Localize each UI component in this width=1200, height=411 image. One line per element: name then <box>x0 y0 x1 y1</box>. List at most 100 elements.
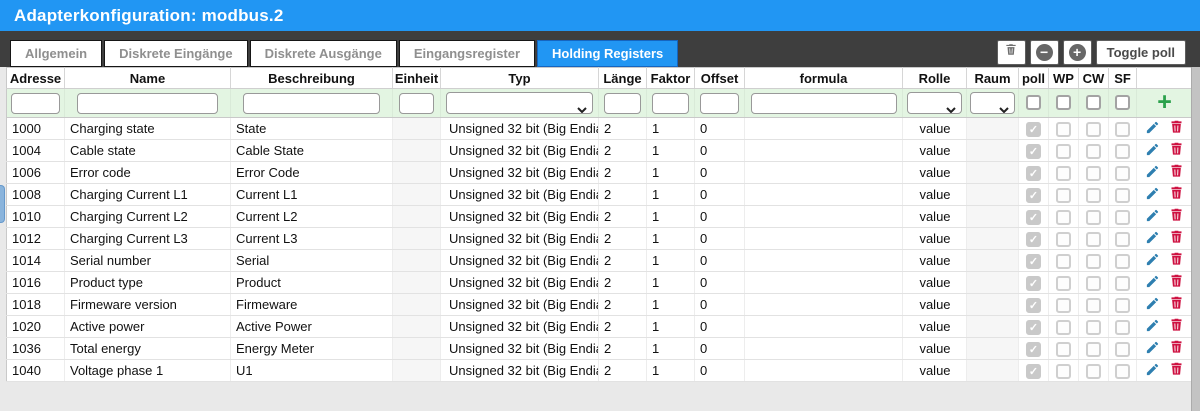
register-row: 1014 Serial number Serial Unsigned 32 bi… <box>6 249 1193 272</box>
cw-checkbox <box>1086 143 1101 159</box>
delete-register-button[interactable] <box>1166 318 1186 336</box>
cell-rolle: value <box>902 183 967 206</box>
cell-adresse: 1040 <box>6 359 65 382</box>
cw-checkbox <box>1086 121 1101 137</box>
delete-register-button[interactable] <box>1166 362 1186 380</box>
filter-wp-checkbox[interactable] <box>1056 95 1071 111</box>
trash-icon <box>1169 163 1184 182</box>
filter-sf-checkbox[interactable] <box>1115 95 1130 111</box>
cw-checkbox <box>1086 341 1101 357</box>
filter-name-input[interactable] <box>77 92 218 114</box>
cw-checkbox <box>1086 165 1101 181</box>
cell-offset: 0 <box>694 315 745 338</box>
wp-checkbox <box>1056 363 1071 379</box>
cell-rolle: value <box>902 161 967 184</box>
filter-adresse-input[interactable] <box>11 92 60 114</box>
page-title: Adapterkonfiguration: modbus.2 <box>14 5 284 25</box>
delete-register-button[interactable] <box>1166 142 1186 160</box>
trash-icon <box>1169 185 1184 204</box>
edit-register-button[interactable] <box>1143 362 1163 380</box>
filter-cw-checkbox[interactable] <box>1086 95 1101 111</box>
delete-register-button[interactable] <box>1166 120 1186 138</box>
cell-typ: Unsigned 32 bit (Big Endian) <box>440 139 599 162</box>
edit-register-button[interactable] <box>1143 230 1163 248</box>
cw-checkbox <box>1086 187 1101 203</box>
collapse-all-button[interactable]: − <box>1029 39 1059 65</box>
filter-faktor-input[interactable] <box>652 92 689 114</box>
sf-checkbox <box>1115 319 1130 335</box>
tab-diskrete-ausgaenge[interactable]: Diskrete Ausgänge <box>249 40 397 67</box>
trash-icon <box>1169 119 1184 138</box>
delete-register-button[interactable] <box>1166 230 1186 248</box>
edit-register-button[interactable] <box>1143 274 1163 292</box>
edit-register-button[interactable] <box>1143 318 1163 336</box>
cell-laenge: 2 <box>598 293 647 316</box>
cell-beschreibung: Error Code <box>230 161 393 184</box>
register-toolbar: − + Toggle poll <box>993 31 1186 67</box>
cell-formula <box>744 315 903 338</box>
edit-register-button[interactable] <box>1143 120 1163 138</box>
delete-register-button[interactable] <box>1166 164 1186 182</box>
cell-formula <box>744 161 903 184</box>
tab-eingangsregister[interactable]: Eingangsregister <box>398 40 536 67</box>
tab-allgemein[interactable]: Allgemein <box>10 40 103 67</box>
edit-register-button[interactable] <box>1143 208 1163 226</box>
filter-beschreibung-input[interactable] <box>243 92 380 114</box>
cell-name: Voltage phase 1 <box>64 359 231 382</box>
cw-checkbox <box>1086 231 1101 247</box>
cell-name: Active power <box>64 315 231 338</box>
delete-register-button[interactable] <box>1166 252 1186 270</box>
filter-poll-checkbox[interactable] <box>1026 95 1041 111</box>
cell-faktor: 1 <box>646 227 695 250</box>
cell-name: Charging Current L2 <box>64 205 231 228</box>
tab-diskrete-eingaenge[interactable]: Diskrete Eingänge <box>104 40 248 67</box>
cell-formula <box>744 139 903 162</box>
cell-name: Charging state <box>64 117 231 140</box>
edit-register-button[interactable] <box>1143 164 1163 182</box>
delete-register-button[interactable] <box>1166 186 1186 204</box>
pencil-icon <box>1145 252 1160 270</box>
cell-faktor: 1 <box>646 359 695 382</box>
minus-circle-icon: − <box>1035 43 1053 61</box>
edit-register-button[interactable] <box>1143 296 1163 314</box>
edit-register-button[interactable] <box>1143 186 1163 204</box>
edit-register-button[interactable] <box>1143 340 1163 358</box>
filter-offset-input[interactable] <box>699 92 740 114</box>
delete-register-button[interactable] <box>1166 208 1186 226</box>
filter-rolle-select[interactable] <box>906 92 963 114</box>
cell-faktor: 1 <box>646 337 695 360</box>
toggle-poll-button[interactable]: Toggle poll <box>1095 39 1186 65</box>
cw-checkbox <box>1086 275 1101 291</box>
delete-selected-button[interactable] <box>996 39 1026 65</box>
filter-laenge-input[interactable] <box>604 92 641 114</box>
filter-raum-select[interactable] <box>970 92 1015 114</box>
cell-raum <box>966 205 1019 228</box>
cell-beschreibung: Current L1 <box>230 183 393 206</box>
tab-holding-registers[interactable]: Holding Registers <box>537 40 679 67</box>
cell-faktor: 1 <box>646 293 695 316</box>
filter-typ-select[interactable] <box>445 92 594 114</box>
expand-all-button[interactable]: + <box>1062 39 1092 65</box>
filter-formula-input[interactable] <box>750 92 897 114</box>
delete-register-button[interactable] <box>1166 340 1186 358</box>
poll-checkbox <box>1026 187 1041 203</box>
cell-laenge: 2 <box>598 337 647 360</box>
cell-typ: Unsigned 32 bit (Big Endian) <box>440 205 599 228</box>
delete-register-button[interactable] <box>1166 274 1186 292</box>
column-header-adresse: Adresse <box>6 67 65 89</box>
cell-einheit <box>392 183 441 206</box>
edit-register-button[interactable] <box>1143 142 1163 160</box>
delete-register-button[interactable] <box>1166 296 1186 314</box>
edit-register-button[interactable] <box>1143 252 1163 270</box>
left-scrollbar-thumb[interactable] <box>0 185 5 223</box>
right-scrollbar[interactable] <box>1191 67 1200 411</box>
cell-rolle: value <box>902 337 967 360</box>
add-register-button[interactable]: + <box>1157 89 1172 114</box>
cell-beschreibung: Current L2 <box>230 205 393 228</box>
trash-icon <box>1169 251 1184 270</box>
cw-checkbox <box>1086 209 1101 225</box>
register-table-body: 1000 Charging state State Unsigned 32 bi… <box>6 117 1193 382</box>
cell-rolle: value <box>902 359 967 382</box>
filter-einheit-input[interactable] <box>398 92 435 114</box>
cell-adresse: 1018 <box>6 293 65 316</box>
